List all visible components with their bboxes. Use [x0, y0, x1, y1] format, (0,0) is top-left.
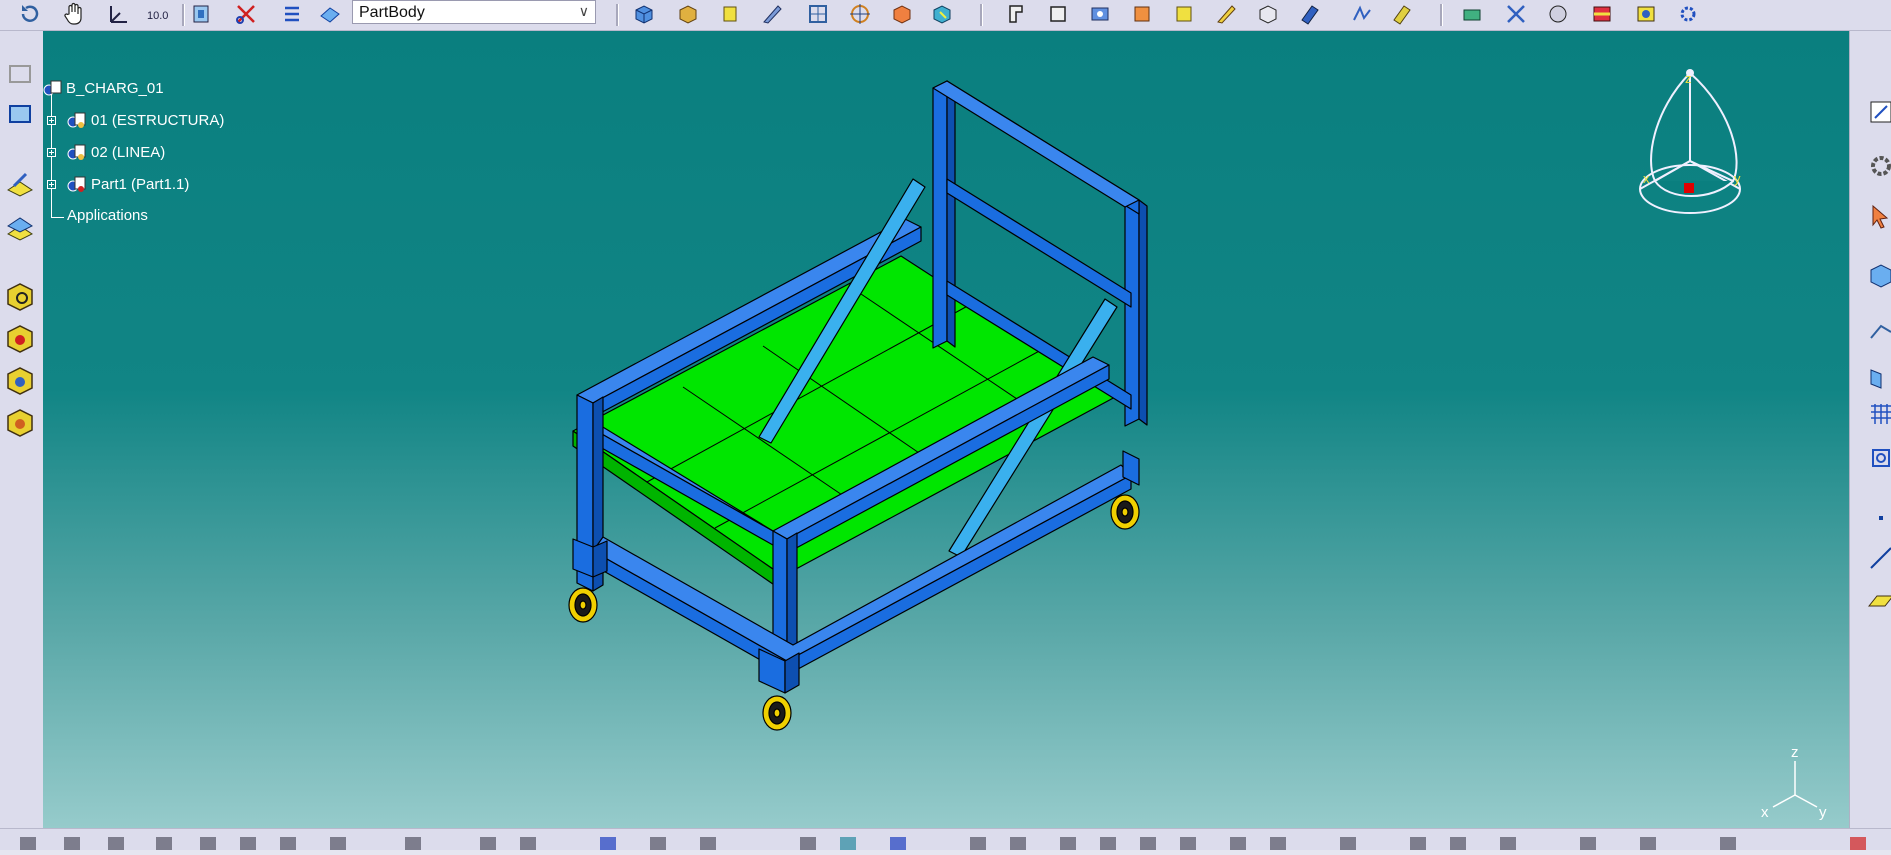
- axis-triad: [1772, 761, 1818, 808]
- caster-wheel: [568, 587, 598, 623]
- hole-icon[interactable]: [1088, 2, 1112, 26]
- snap-icon[interactable]: [890, 2, 914, 26]
- wedge-icon[interactable]: [760, 2, 784, 26]
- gear-icon[interactable]: [1864, 149, 1891, 183]
- draft-icon[interactable]: [1172, 2, 1196, 26]
- gear-icon[interactable]: [1676, 2, 1700, 26]
- caster-wheel: [1110, 494, 1140, 530]
- svg-text:10.0: 10.0: [147, 10, 168, 22]
- analysis-icon[interactable]: [1546, 2, 1570, 26]
- chevron-down-icon: ∨: [578, 3, 589, 19]
- cursor-icon[interactable]: [1864, 201, 1891, 235]
- insert-component-icon[interactable]: [3, 321, 37, 355]
- box-icon[interactable]: [632, 2, 656, 26]
- sketch-icon[interactable]: [3, 167, 37, 201]
- 3d-viewport[interactable]: B_CHARG_01 01 (ESTRUCTURA) 02 (LINEA) Pa…: [43, 31, 1849, 828]
- surface-icon[interactable]: [318, 2, 342, 26]
- catalog-icon[interactable]: [3, 279, 37, 313]
- mirror-icon[interactable]: [1504, 2, 1528, 26]
- cut-icon[interactable]: [234, 2, 258, 26]
- pan-hand-icon[interactable]: [62, 2, 86, 26]
- body-selector-value: PartBody: [359, 4, 425, 21]
- axis-x-label: x: [1761, 804, 1769, 821]
- target-icon[interactable]: [848, 2, 872, 26]
- compass-widget[interactable]: [1639, 69, 1741, 214]
- extrude-icon[interactable]: [676, 2, 700, 26]
- sweep-icon[interactable]: [1298, 2, 1322, 26]
- loft-icon[interactable]: [1350, 2, 1374, 26]
- settings-icon[interactable]: [1634, 2, 1658, 26]
- left-toolbar: [0, 31, 44, 828]
- sketch-plane-icon[interactable]: [190, 2, 214, 26]
- undo-icon[interactable]: [18, 2, 42, 26]
- measure-icon[interactable]: 10.0: [147, 2, 171, 26]
- new-part-icon[interactable]: [3, 405, 37, 439]
- layers-icon[interactable]: [3, 57, 37, 91]
- list-icon[interactable]: [280, 2, 304, 26]
- shell-icon[interactable]: [1256, 2, 1280, 26]
- point-marker-icon[interactable]: [1864, 501, 1891, 535]
- cylinder-icon[interactable]: [718, 2, 742, 26]
- line-icon[interactable]: [1864, 541, 1891, 575]
- compass-x-label: x: [1643, 171, 1650, 186]
- transform-icon[interactable]: [1390, 2, 1414, 26]
- back-post-left: [932, 80, 948, 349]
- pattern-icon[interactable]: [1460, 2, 1484, 26]
- grid-icon[interactable]: [1864, 397, 1891, 431]
- render-icon[interactable]: [1590, 2, 1614, 26]
- point-icon[interactable]: [1864, 315, 1891, 349]
- replace-component-icon[interactable]: [3, 363, 37, 397]
- axis-z-label: z: [1791, 744, 1799, 761]
- cube-icon[interactable]: [930, 2, 954, 26]
- beam-icon[interactable]: [1046, 2, 1070, 26]
- fillet-icon[interactable]: [1214, 2, 1238, 26]
- bottom-toolbar: [0, 828, 1891, 850]
- axis-y-label: y: [1819, 804, 1827, 821]
- back-mid-rail: [946, 178, 1132, 308]
- drill-icon[interactable]: [1130, 2, 1154, 26]
- trolley-model[interactable]: z x y z x y: [43, 31, 1849, 828]
- compass-y-label: y: [1734, 171, 1741, 186]
- plane-icon[interactable]: [1864, 583, 1891, 617]
- body-selector[interactable]: PartBody ∨: [352, 0, 596, 24]
- fit-all-icon[interactable]: [1864, 441, 1891, 475]
- bottom-toolbar-icons[interactable]: [0, 829, 1891, 850]
- bracket-icon[interactable]: [1004, 2, 1028, 26]
- caster-wheel: [762, 695, 792, 731]
- sketch-icon[interactable]: [1864, 95, 1891, 129]
- frame-icon[interactable]: [3, 97, 37, 131]
- frame-icon[interactable]: [806, 2, 830, 26]
- plane-icon[interactable]: [3, 211, 37, 245]
- part-icon[interactable]: [1864, 259, 1891, 293]
- compass-z-label: z: [1685, 71, 1692, 86]
- top-toolbar: 10.0 PartBody ∨: [0, 0, 1891, 31]
- right-toolbar: [1849, 31, 1891, 828]
- surface-icon[interactable]: [1864, 361, 1891, 395]
- axis-icon[interactable]: [107, 2, 131, 26]
